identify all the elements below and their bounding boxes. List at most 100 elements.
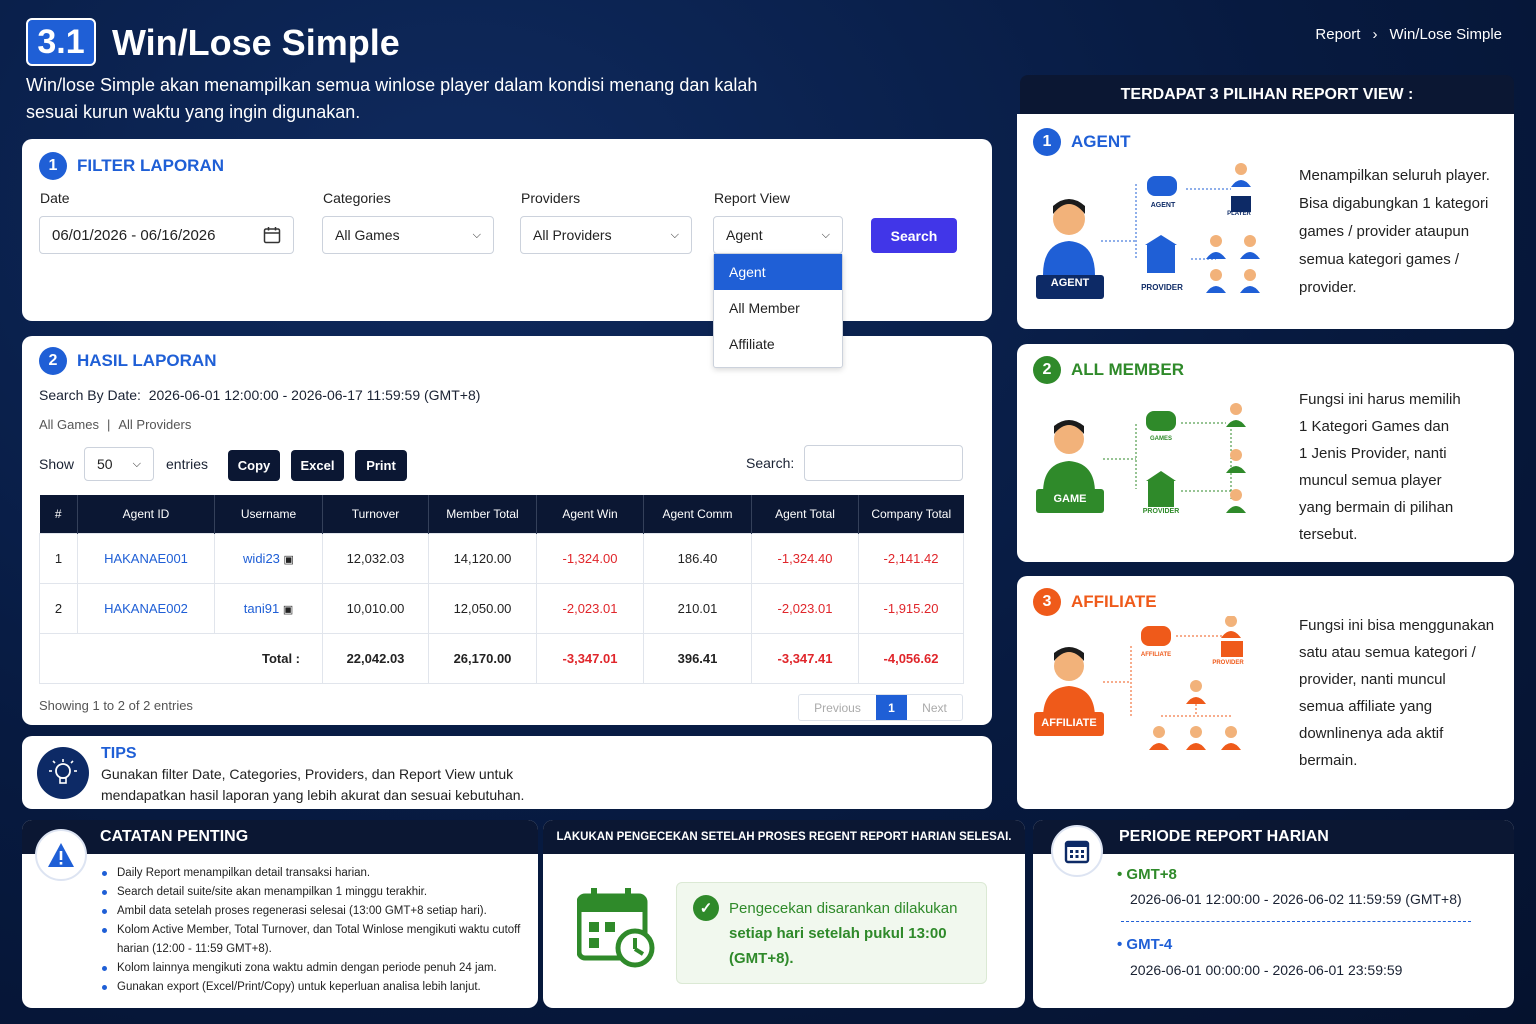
table-search-input[interactable] (804, 445, 963, 481)
col-header[interactable]: Agent Total (751, 495, 859, 533)
tips-text: Gunakan filter Date, Categories, Provide… (101, 764, 524, 806)
providers-label: Providers (521, 190, 581, 206)
username-link[interactable]: tani91 (244, 601, 279, 616)
search-button[interactable]: Search (871, 218, 957, 253)
categories-select[interactable]: All Games ⌵ (322, 216, 494, 254)
breadcrumb: Report › Win/Lose Simple (1315, 26, 1502, 43)
next-page-button[interactable]: Next (907, 695, 962, 720)
divider (1121, 921, 1471, 922)
chevron-down-icon: ⌵ (821, 228, 830, 241)
date-range-input[interactable]: 06/01/2026 - 06/16/2026 (39, 216, 294, 254)
agent-id-link[interactable]: HAKANAE001 (77, 532, 215, 584)
notes-card: CATATAN PENTING Daily Report menampilkan… (22, 820, 538, 1008)
affiliate-card-title: 3 AFFILIATE (1033, 588, 1157, 616)
entries-select[interactable]: 50 ⌵ (84, 447, 154, 481)
step-number: 2 (1033, 356, 1061, 384)
col-header[interactable]: Agent Comm (643, 495, 752, 533)
monitor-icon[interactable]: ▣ (283, 604, 293, 616)
copy-button[interactable]: Copy (228, 450, 280, 481)
table-row: 2 HAKANAE002 tani91 ▣ 10,010.00 12,050.0… (39, 582, 964, 634)
total-company: -4,056.62 (858, 632, 964, 684)
print-button[interactable]: Print (355, 450, 407, 481)
chevron-down-icon: ⌵ (132, 457, 141, 470)
breadcrumb-report[interactable]: Report (1315, 26, 1360, 43)
check-card: LAKUKAN PENGECEKAN SETELAH PROSES REGENT… (543, 820, 1025, 1008)
tz1-heading: • GMT+8 (1117, 866, 1177, 883)
page-1-button[interactable]: 1 (876, 695, 907, 720)
username-link[interactable]: widi23 (243, 551, 280, 566)
row-index: 2 (39, 582, 78, 634)
member-desc-line: 1 Jenis Provider, nanti (1299, 445, 1447, 462)
all-member-card-title: 2 ALL MEMBER (1033, 356, 1184, 384)
pagination: Previous 1 Next (798, 694, 963, 721)
step-number: 1 (39, 152, 67, 180)
affiliate-person-label: AFFILIATE (1041, 717, 1097, 729)
date-label: Date (40, 190, 70, 206)
provider-node-label: PROVIDER (1141, 283, 1183, 292)
member-total-cell: 12,050.00 (428, 582, 537, 634)
total-label: Total : (39, 632, 323, 684)
result-title: 2 HASIL LAPORAN (39, 347, 216, 375)
col-header[interactable]: Turnover (322, 495, 429, 533)
affiliate-desc-line: bermain. (1299, 752, 1358, 769)
option-affiliate[interactable]: Affiliate (714, 326, 842, 362)
affiliate-desc-line: semua affiliate yang (1299, 698, 1433, 715)
col-header[interactable]: Company Total (858, 495, 964, 533)
affiliate-title-text: AFFILIATE (1071, 592, 1157, 611)
prev-page-button[interactable]: Previous (799, 695, 876, 720)
col-header[interactable]: Username (214, 495, 323, 533)
check-circle-icon: ✓ (693, 895, 719, 921)
chevron-down-icon: ⌵ (472, 228, 481, 241)
report-view-select[interactable]: Agent ⌵ (713, 216, 843, 254)
result-title-text: HASIL LAPORAN (77, 351, 217, 370)
check-message: ✓ Pengecekan disarankan dilakukan setiap… (676, 882, 987, 984)
report-view-header: TERDAPAT 3 PILIHAN REPORT VIEW : (1020, 75, 1514, 115)
excel-button[interactable]: Excel (291, 450, 344, 481)
calendar-icon[interactable] (263, 226, 281, 244)
agent-win-cell: -1,324.00 (536, 532, 644, 584)
agent-description: Menampilkan seluruh player. Bisa digabun… (1299, 162, 1490, 302)
agent-desc-line: semua kategori games / (1299, 251, 1460, 268)
col-header[interactable]: Member Total (428, 495, 537, 533)
row-index: 1 (39, 532, 78, 584)
member-desc-line: yang bermain di pilihan (1299, 499, 1454, 516)
tz1-label: GMT+8 (1126, 866, 1177, 883)
agent-comm-cell: 210.01 (643, 582, 752, 634)
affiliate-card: 3 AFFILIATE AFFILIATE AFFILIATE PROVIDER… (1017, 576, 1514, 809)
col-header[interactable]: Agent Win (536, 495, 644, 533)
calendar-icon (1051, 825, 1103, 877)
monitor-icon[interactable]: ▣ (284, 554, 294, 566)
company-total-cell: -1,915.20 (858, 582, 964, 634)
entries-label: entries (166, 456, 209, 472)
search-by-date: Search By Date: 2026-06-01 12:00:00 - 20… (39, 387, 481, 403)
categories-value: All Games (335, 227, 400, 243)
member-desc-line: muncul semua player (1299, 472, 1442, 489)
report-table: # Agent ID Username Turnover Member Tota… (39, 495, 964, 684)
active-filters: All Games | All Providers (39, 417, 191, 432)
all-member-title-text: ALL MEMBER (1071, 360, 1185, 379)
agent-desc-line: Menampilkan seluruh player. (1299, 167, 1490, 184)
option-all-member[interactable]: All Member (714, 290, 842, 326)
col-header[interactable]: Agent ID (77, 495, 215, 533)
check-line: setiap hari setelah pukul 13:00 (729, 925, 947, 942)
report-view-label: Report View (714, 190, 791, 206)
report-view-dropdown: Agent All Member Affiliate (713, 253, 843, 368)
date-range-value: 06/01/2026 - 06/16/2026 (52, 226, 216, 244)
affiliate-node-label: AFFILIATE (1140, 652, 1172, 658)
providers-select[interactable]: All Providers ⌵ (520, 216, 692, 254)
total-agent-comm: 396.41 (643, 632, 752, 684)
agent-card: 1 AGENT AGENT AGENT PROVIDER PLAYER Mena… (1017, 114, 1514, 329)
agent-id-link[interactable]: HAKANAE002 (77, 582, 215, 634)
col-header[interactable]: # (39, 495, 78, 533)
filter-games: All Games (39, 417, 99, 432)
option-agent[interactable]: Agent (714, 254, 842, 290)
page-description: Win/lose Simple akan menampilkan semua w… (26, 75, 758, 122)
tz1-range: 2026-06-01 12:00:00 - 2026-06-02 11:59:5… (1130, 891, 1462, 907)
table-header-row: # Agent ID Username Turnover Member Tota… (39, 495, 964, 533)
affiliate-description: Fungsi ini bisa menggunakan satu atau se… (1299, 612, 1494, 774)
tz2-label: GMT-4 (1126, 936, 1173, 953)
periode-title: PERIODE REPORT HARIAN (1119, 828, 1329, 845)
agent-win-cell: -2,023.01 (536, 582, 644, 634)
showing-info: Showing 1 to 2 of 2 entries (39, 698, 193, 713)
tips-line: mendapatkan hasil laporan yang lebih aku… (101, 787, 525, 803)
